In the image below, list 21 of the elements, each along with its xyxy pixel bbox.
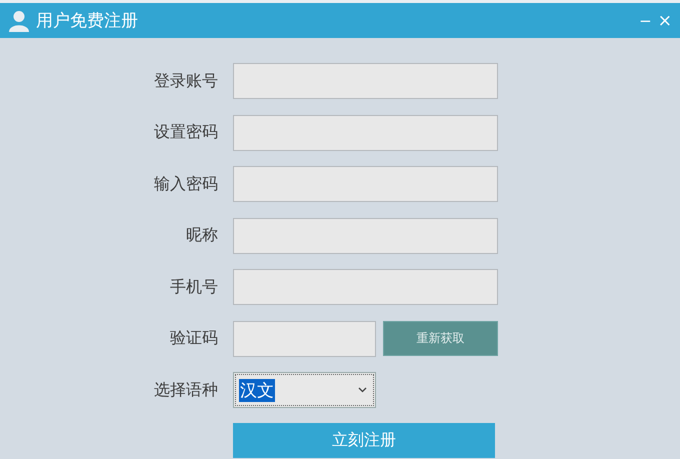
account-field[interactable] <box>233 63 498 99</box>
phone-field[interactable] <box>233 269 498 305</box>
password-field[interactable] <box>233 114 498 150</box>
register-button[interactable]: 立刻注册 <box>233 422 495 458</box>
minimize-button[interactable]: − <box>639 14 652 29</box>
field-label: 选择语种 <box>153 380 218 400</box>
field-label: 手机号 <box>169 276 218 298</box>
field-label: 输入密码 <box>153 174 218 194</box>
close-button[interactable]: × <box>658 13 672 30</box>
nickname-field[interactable] <box>233 218 498 254</box>
field-label: 登录账号 <box>153 70 218 92</box>
field-label: 昵称 <box>185 225 218 246</box>
code-field[interactable] <box>233 320 376 356</box>
chevron-down-icon <box>358 387 367 393</box>
confirm-password-field[interactable] <box>233 166 498 202</box>
user-icon <box>8 10 30 32</box>
resend-button[interactable]: 重新获取 <box>383 321 498 356</box>
language-dropdown[interactable]: 汉文 <box>233 372 376 408</box>
field-label: 设置密码 <box>153 122 218 143</box>
field-label: 验证码 <box>169 328 218 349</box>
window-title: 用户免费注册 <box>36 10 139 32</box>
